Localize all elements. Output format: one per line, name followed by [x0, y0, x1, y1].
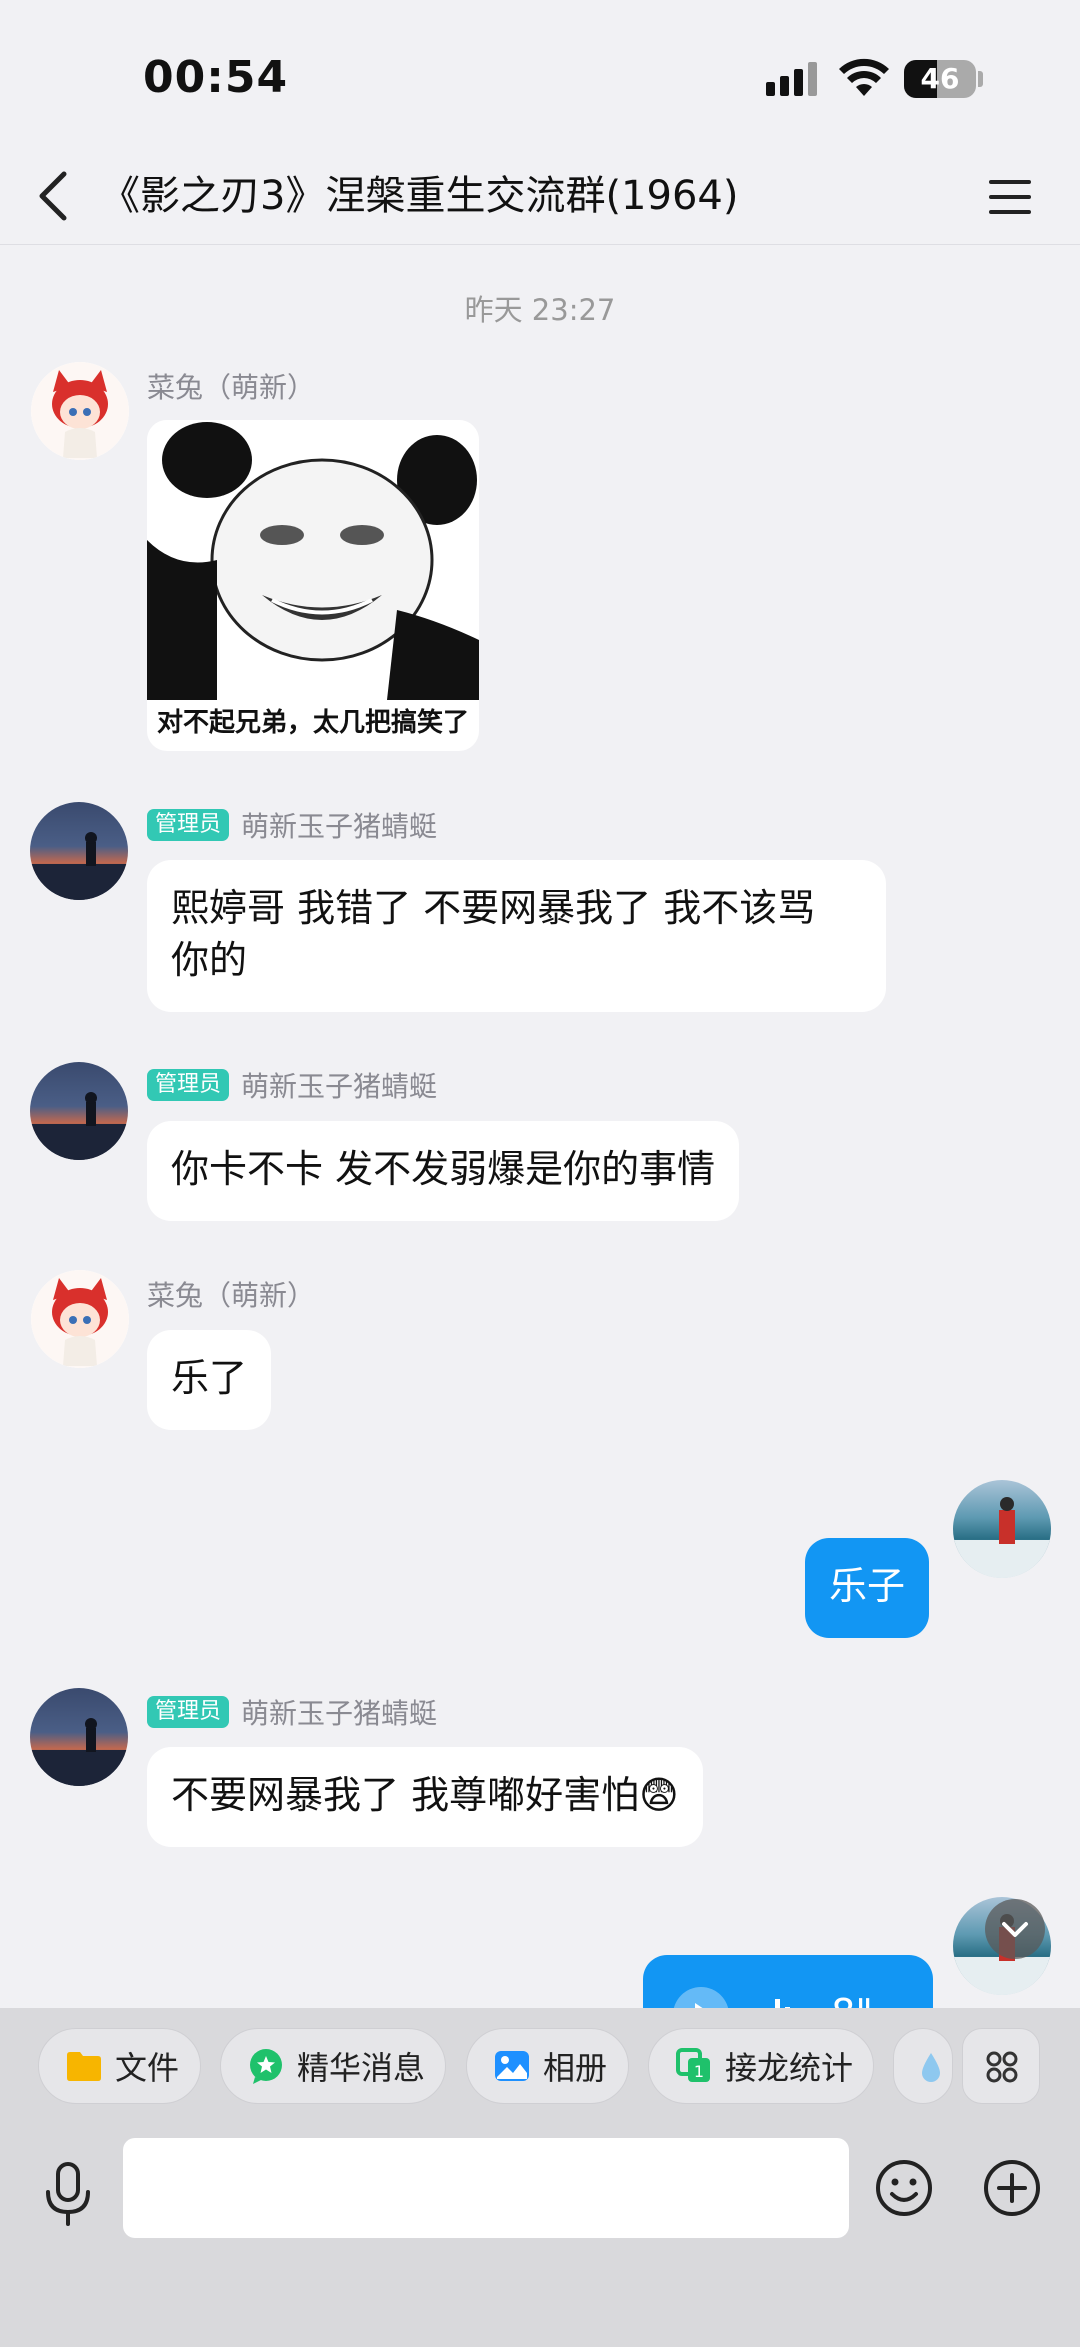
admin-badge: 管理员	[147, 1696, 230, 1728]
admin-badge: 管理员	[147, 809, 230, 841]
avatar[interactable]	[30, 1688, 128, 1786]
status-time: 00:54	[143, 52, 289, 103]
plus-icon[interactable]	[982, 2158, 1042, 2218]
avatar[interactable]	[30, 802, 128, 900]
message-bubble[interactable]: 你卡不卡 发不发弱爆是你的事情	[147, 1121, 740, 1221]
status-bar: 00:54 46	[0, 0, 1080, 150]
admin-badge: 管理员	[147, 1069, 230, 1101]
dusk-silhouette-avatar-icon	[30, 1718, 128, 1786]
chat-title: 《影之刃3》涅槃重生交流群(1964)	[100, 173, 739, 219]
scroll-to-bottom-button[interactable]	[985, 1899, 1045, 1959]
files-chip[interactable]: 文件	[38, 2028, 201, 2104]
wifi-icon	[839, 58, 889, 96]
sender-name: 管理员 萌新玉子猪蜻蜓	[147, 805, 437, 845]
message-bubble[interactable]: 不要网暴我了 我尊嘟好害怕😨	[147, 1747, 703, 1847]
chevron-down-icon	[1002, 1922, 1028, 1937]
message-timestamp: 昨天 23:27	[464, 293, 616, 327]
sender-name: 菜兔（萌新）	[147, 1279, 316, 1312]
featured-messages-chip[interactable]: 精华消息	[220, 2028, 446, 2104]
panda-meme-sticker-icon	[147, 420, 479, 710]
input-toolbar: 文件 精华消息 相册 1 接龙统计	[0, 2008, 1080, 2347]
microphone-icon[interactable]	[40, 2158, 96, 2230]
photo-icon	[495, 2051, 529, 2081]
svg-text:1: 1	[694, 2062, 704, 2081]
message-input[interactable]	[123, 2138, 849, 2238]
cellular-signal-icon	[766, 62, 817, 96]
avatar[interactable]	[30, 1062, 128, 1160]
avatar[interactable]	[31, 1270, 129, 1368]
apps-grid-button[interactable]	[962, 2028, 1040, 2104]
avatar[interactable]	[31, 362, 129, 460]
more-chip-partial[interactable]	[893, 2028, 953, 2104]
sender-name: 菜兔（萌新）	[147, 371, 316, 404]
sender-name: 管理员 萌新玉子猪蜻蜓	[147, 1065, 437, 1105]
emoji-icon[interactable]	[874, 2158, 934, 2218]
sender-name: 管理员 萌新玉子猪蜻蜓	[147, 1692, 437, 1732]
my-avatar[interactable]	[953, 1480, 1051, 1578]
star-chat-icon	[250, 2049, 282, 2084]
back-button[interactable]	[34, 168, 74, 224]
menu-button[interactable]	[985, 172, 1035, 222]
battery-level: 46	[920, 62, 960, 95]
album-chip[interactable]: 相册	[466, 2028, 629, 2104]
chain-stats-icon: 1	[676, 2048, 710, 2082]
message-bubble[interactable]: 乐了	[147, 1330, 272, 1430]
drop-icon	[922, 2053, 940, 2082]
my-message-bubble[interactable]: 乐子	[805, 1538, 930, 1638]
sea-photo-avatar-icon	[953, 1497, 1051, 1578]
message-bubble[interactable]: 熙婷哥 我错了 不要网暴我了 我不该骂 你的	[147, 860, 886, 1012]
sticker-caption: 对不起兄弟，太几把搞笑了	[156, 708, 469, 738]
dusk-silhouette-avatar-icon	[30, 832, 128, 900]
cat-girl-avatar-icon	[31, 362, 129, 460]
relay-stats-chip[interactable]: 1 接龙统计	[648, 2028, 874, 2104]
sticker-image[interactable]: 对不起兄弟，太几把搞笑了	[147, 420, 479, 751]
chat-header: 《影之刃3》涅槃重生交流群(1964)	[0, 150, 1080, 245]
cat-girl-avatar-icon	[31, 1270, 129, 1368]
grid-icon	[986, 2051, 1018, 2083]
battery-icon: 46	[904, 60, 976, 98]
dusk-silhouette-avatar-icon	[30, 1092, 128, 1160]
folder-icon	[67, 2052, 101, 2081]
